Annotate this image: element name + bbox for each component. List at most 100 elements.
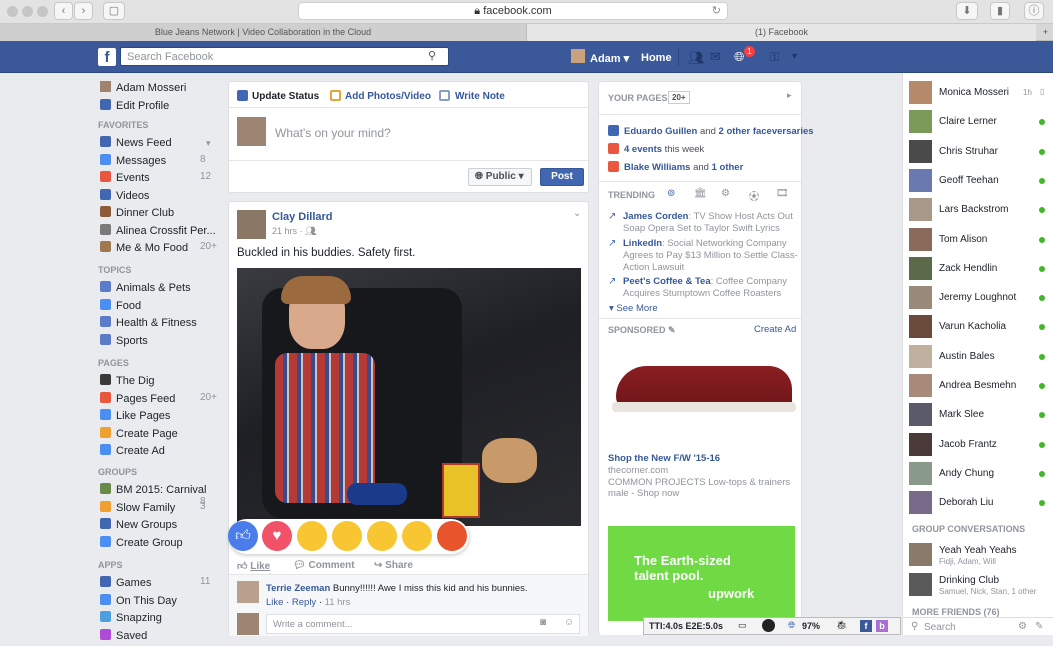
trending-entertainment-icon[interactable]: 🎞︎ <box>776 188 789 199</box>
see-more-link[interactable]: ▾ See More <box>609 303 658 314</box>
expand-icon[interactable]: ▸ <box>787 90 792 101</box>
chat-contact-claire-lerner[interactable]: Claire Lerner <box>909 110 1049 134</box>
minimize-window-dot[interactable] <box>22 6 33 17</box>
author-avatar[interactable] <box>237 210 266 239</box>
trending-item[interactable]: James Corden: TV Show Host Acts Out Soap… <box>623 211 798 235</box>
sidebar-item-bm-2015-carnival[interactable]: BM 2015: Carnival ...8 <box>100 483 218 508</box>
search-icon[interactable]: ⚲ <box>428 49 436 62</box>
chat-contact-andrea-besmehn[interactable]: Andrea Besmehn <box>909 374 1049 398</box>
downloads-icon[interactable]: ⬇ <box>956 2 978 20</box>
sidebar-item-messages[interactable]: Messages 8 <box>100 153 218 171</box>
accessibility-icon[interactable] <box>762 619 775 632</box>
sidebar-item-dinner-club[interactable]: Dinner Club <box>100 206 218 223</box>
sidebar-item-health-fitness[interactable]: Health & Fitness <box>100 316 218 333</box>
sidebar-item-like-pages[interactable]: Like Pages <box>100 409 218 426</box>
trending-politics-icon[interactable]: 🏛︎ <box>694 188 707 199</box>
like-reaction-icon[interactable]: 👍︎ <box>228 521 258 551</box>
trending-sports-icon[interactable]: ⚽︎ <box>749 188 759 203</box>
close-window-dot[interactable] <box>7 6 18 17</box>
angry-reaction-icon[interactable] <box>437 521 467 551</box>
haha-reaction-icon[interactable] <box>297 521 327 551</box>
ad-image[interactable] <box>608 342 796 450</box>
tab-bluejeans[interactable]: Blue Jeans Network | Video Collaboration… <box>0 24 526 41</box>
bootcamp-icon[interactable]: b <box>876 620 888 632</box>
sidebar-item-videos[interactable]: Videos <box>100 188 218 206</box>
chat-contact-mark-slee[interactable]: Mark Slee <box>909 403 1049 427</box>
edit-profile-link[interactable]: Edit Profile <box>116 100 169 112</box>
extension-icon[interactable]: ▮ <box>990 2 1010 20</box>
write-comment-input[interactable]: Write a comment... <box>266 614 580 634</box>
yay-reaction-icon[interactable] <box>332 521 362 551</box>
sidebar-icon[interactable]: ▢ <box>103 2 125 20</box>
sidebar-item-food[interactable]: Food <box>100 298 218 316</box>
sidebar-item-sports[interactable]: Sports <box>100 333 218 351</box>
camera-icon[interactable]: ◙ <box>540 617 546 628</box>
status-input[interactable]: What's on your mind? <box>275 126 391 140</box>
sad-reaction-icon[interactable] <box>402 521 432 551</box>
chat-contact-tom-alison[interactable]: Tom Alison <box>909 227 1049 252</box>
chat-contact-jeremy-loughnot[interactable]: Jeremy Loughnot <box>909 286 1049 310</box>
settings-dropdown-icon[interactable]: ▾ <box>792 51 797 62</box>
group-conversation-drinking-club[interactable]: Drinking Club Samuel, Nick, Stan, 1 other <box>909 573 1049 597</box>
chat-contact-varun-kacholia[interactable]: Varun Kacholia <box>909 315 1049 339</box>
notifications-icon[interactable]: 🌐︎ <box>734 49 744 65</box>
sidebar-item-news-feed[interactable]: News Feed <box>100 136 218 153</box>
sidebar-item-animals-pets[interactable]: Animals & Pets <box>100 281 218 298</box>
trending-science-icon[interactable]: ⚙ <box>721 188 730 199</box>
profile-name-link[interactable]: Adam Mosseri <box>116 82 186 94</box>
facebook-icon[interactable]: f <box>860 620 872 632</box>
laptop-icon[interactable]: ▭ <box>738 620 747 631</box>
love-reaction-icon[interactable]: ♥ <box>262 521 292 551</box>
gear-icon[interactable]: ⚙ <box>1018 621 1027 632</box>
privacy-icon[interactable]: ⚿ <box>770 50 779 65</box>
notification-item[interactable]: 4 events this week <box>624 144 704 155</box>
author-link[interactable]: Clay Dillard <box>272 211 333 223</box>
your-pages-heading[interactable]: YOUR PAGES <box>608 93 667 103</box>
share-button[interactable]: ↪ Share <box>374 560 413 571</box>
commenter-link[interactable]: Terrie Zeeman <box>266 583 330 594</box>
sidebar-item-snapzing[interactable]: Snapzing <box>100 611 218 628</box>
chat-contact-austin-bales[interactable]: Austin Bales <box>909 344 1049 369</box>
info-icon[interactable]: ⓘ <box>1024 2 1044 20</box>
sidebar-item-saved[interactable]: Saved <box>100 628 218 646</box>
chat-contact-geoff-teehan[interactable]: Geoff Teehan <box>909 168 1049 193</box>
friend-requests-icon[interactable]: 👥︎ <box>688 50 705 66</box>
create-ad-link[interactable]: Create Ad <box>754 324 796 335</box>
add-photos-tab[interactable]: Add Photos/Video <box>345 91 431 102</box>
notification-item[interactable]: Eduardo Guillen and 2 other faceversarie… <box>624 126 814 137</box>
wow-reaction-icon[interactable] <box>367 521 397 551</box>
comment-like-link[interactable]: Like <box>266 597 283 608</box>
avatar[interactable] <box>571 49 585 63</box>
chat-contact-deborah-liu[interactable]: Deborah Liu <box>909 491 1049 515</box>
sidebar-item-new-groups[interactable]: New Groups <box>100 518 218 535</box>
trending-item[interactable]: LinkedIn: Social Networking Company Agre… <box>623 238 798 274</box>
post-timestamp[interactable]: 21 hrs · 👥︎ <box>272 226 316 237</box>
chat-search[interactable]: ⚲ Search ⚙ ✎ <box>903 617 1053 635</box>
sidebar-item-me-mo-food[interactable]: Me & Mo Food 20+ <box>100 241 218 258</box>
emoji-icon[interactable]: ☺ <box>564 617 574 628</box>
chat-contact-lars-backstrom[interactable]: Lars Backstrom <box>909 198 1049 222</box>
write-note-tab[interactable]: Write Note <box>455 91 505 102</box>
sidebar-item-events[interactable]: Events 12 <box>100 171 218 188</box>
sidebar-item-create-page[interactable]: Create Page <box>100 426 218 444</box>
ad-title-link[interactable]: Shop the New F/W '15-16 <box>608 453 720 464</box>
chat-contact-jacob-frantz[interactable]: Jacob Frantz <box>909 432 1049 457</box>
sidebar-item-create-ad[interactable]: Create Ad <box>100 444 218 461</box>
bug-icon[interactable]: 🐞︎ <box>836 620 847 631</box>
comment-button[interactable]: 💬︎ Comment <box>293 560 355 571</box>
chat-contact-zack-hendlin[interactable]: Zack Hendlin <box>909 256 1049 281</box>
sidebar-item-pages-feed[interactable]: Pages Feed 20+ <box>100 391 218 409</box>
back-icon[interactable]: ‹ <box>54 2 73 20</box>
post-photo[interactable] <box>237 268 581 526</box>
notification-item[interactable]: Blake Williams and 1 other <box>624 162 743 173</box>
privacy-selector[interactable]: 🌐︎ Public ▾ <box>468 168 532 186</box>
chat-contact-monica-mosseri[interactable]: Monica Mosseri 1h ▯ <box>909 81 1049 105</box>
group-conversation-yeah-yeah-yeahs[interactable]: Yeah Yeah Yeahs Fidji, Adam, Will <box>909 543 1049 567</box>
chat-contact-andy-chung[interactable]: Andy Chung <box>909 461 1049 486</box>
url-bar[interactable]: 🔒︎ facebook.com ↻ <box>298 2 728 20</box>
commenter-avatar[interactable] <box>237 581 259 603</box>
globe-icon[interactable]: 🌐︎ <box>788 620 795 631</box>
post-button[interactable]: Post <box>540 168 584 186</box>
sidebar-item-create-group[interactable]: Create Group <box>100 535 218 553</box>
new-message-icon[interactable]: ✎ <box>1035 621 1043 632</box>
